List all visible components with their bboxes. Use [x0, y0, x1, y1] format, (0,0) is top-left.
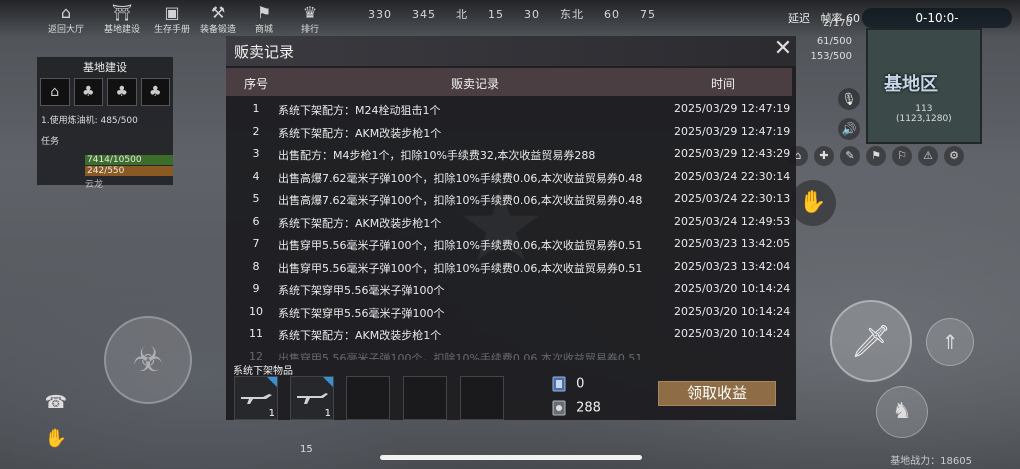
jump-icon[interactable]: ⇑	[926, 318, 974, 366]
column-header-record: 贩卖记录	[451, 77, 500, 91]
item-slot[interactable]: 1	[290, 376, 334, 420]
table-row: 11 系统下架配方：AKM改装步枪1个 2025/03/20 10:14:24	[249, 327, 791, 342]
rifle-icon	[297, 393, 328, 404]
home-icon[interactable]: ⌂	[40, 78, 70, 106]
table-row: 6 系统下架配方：AKM改装步枪1个 2025/03/24 12:49:53	[252, 214, 791, 230]
lobby-button[interactable]: ⌂ 返回大厅	[46, 4, 86, 36]
table-header: 序号 贩卖记录 时间	[226, 68, 792, 96]
whistle-icon[interactable]: ☎	[40, 392, 72, 420]
close-icon[interactable]: ✕	[768, 34, 798, 64]
craft-button[interactable]: ⚒ 装备锻造	[198, 4, 238, 36]
manual-button[interactable]: ▣ 生存手册	[152, 4, 192, 36]
energy-bar: 242/550	[85, 166, 173, 176]
minimap[interactable]: 基地区 113 (1123,1280)	[866, 28, 982, 144]
gear-icon[interactable]: ⚙	[944, 146, 964, 166]
ammo-count: 15	[300, 444, 313, 455]
mic-icon[interactable]: 🎙	[838, 88, 860, 110]
dialog-header: 贩卖记录 ✕	[226, 36, 796, 66]
rifle-icon	[241, 394, 272, 404]
base-icon: ⛩	[111, 3, 133, 22]
build-slot-icon[interactable]: ♣	[73, 78, 103, 106]
table-row: 8 出售穿甲5.56毫米子弹100个，扣除10%手续费0.06,本次收益贸易券0…	[252, 259, 791, 275]
table-row: 3 出售配方：M4步枪1个，扣除10%手续费32,本次收益贸易券288 2025…	[252, 147, 791, 162]
delisted-items-label: 系统下架物品	[233, 366, 293, 377]
dialog-title: 贩卖记录	[234, 43, 295, 61]
stat-food: 61/500	[816, 36, 852, 47]
side-icon-bar: ⌂ ✚ ✎ ⚑ ⚐ ⚠ ⚙	[788, 146, 964, 166]
delisted-items-section: 系统下架物品 1 1 0 288 领取收益	[226, 360, 796, 420]
flag-outline-icon[interactable]: ⚐	[892, 146, 912, 166]
item-quantity: 1	[268, 408, 275, 419]
record-list[interactable]: 1 系统下架配方：M24栓动狙击1个 2025/03/29 12:47:19 2…	[226, 97, 792, 360]
heal-icon[interactable]: ✚	[814, 146, 834, 166]
score-pill: 0-10:0-	[862, 8, 1012, 28]
health-bar: 7414/10500	[85, 155, 173, 165]
lobby-icon: ⌂	[60, 3, 72, 22]
stat-water: 153/500	[810, 51, 852, 62]
manual-icon: ▣	[164, 3, 180, 22]
currency-row: 288	[552, 400, 601, 416]
item-slot[interactable]: 1	[234, 376, 278, 420]
emote-icon[interactable]: ✋	[790, 180, 836, 226]
item-quantity: 1	[324, 408, 331, 419]
rank-icon: ♛	[302, 3, 318, 22]
player-name: 云龙	[85, 180, 104, 190]
item-slot[interactable]	[403, 376, 447, 420]
stat-hp: 2/170	[823, 18, 852, 29]
bottom-left-buttons: ☎ ✋	[40, 392, 72, 464]
attack-knife-icon[interactable]: 🗡	[830, 300, 912, 382]
item-slot[interactable]	[460, 376, 504, 420]
currency-row: 0	[552, 376, 584, 392]
collect-earnings-button[interactable]: 领取收益	[658, 381, 776, 406]
table-row: 1 系统下架配方：M24栓动狙击1个 2025/03/29 12:47:19	[252, 102, 791, 117]
table-row: 4 出售高爆7.62毫米子弹100个，扣除10%手续费0.06,本次收益贸易券0…	[252, 169, 791, 185]
flag-icon[interactable]: ⚑	[866, 146, 886, 166]
coupon-amount: 288	[576, 400, 601, 416]
craft-icon: ⚒	[210, 3, 226, 22]
sales-record-dialog: 贩卖记录 ✕ 序号 贩卖记录 时间 ★ 1 系统下架配方：M24栓动狙击1个 2…	[226, 36, 796, 420]
compass: 330 345 北 15 30 东北 60 75	[368, 8, 656, 21]
shop-icon: ⚑	[256, 3, 272, 22]
table-row: 7 出售穿甲5.56毫米子弹100个，扣除10%手续费0.06,本次收益贸易券0…	[252, 237, 791, 252]
hand-icon[interactable]: ✋	[40, 428, 72, 456]
base-button[interactable]: ⛩ 基地建设	[102, 4, 142, 36]
rarity-badge	[267, 377, 277, 387]
base-build-panel: 基地建设 ⌂ ♣ ♣ ♣ 1.使用炼油机: 485/500 任务 7414/10…	[37, 57, 173, 190]
ticket-amount: 0	[576, 376, 585, 392]
resource-bars: 7414/10500 242/550 云龙	[85, 155, 173, 190]
joystick[interactable]: ☣	[104, 316, 192, 404]
base-power: 基地战力：18605	[890, 456, 972, 467]
item-slot[interactable]	[346, 376, 390, 420]
rarity-badge	[323, 377, 333, 387]
rank-button[interactable]: ♛ 排行	[290, 4, 330, 36]
shop-button[interactable]: ⚑ 商城	[244, 4, 284, 36]
speaker-icon[interactable]: 🔊	[838, 118, 860, 140]
task-label[interactable]: 任务	[37, 130, 173, 151]
build-slot-icon[interactable]: ♣	[107, 78, 137, 106]
table-row: 10 系统下架穿甲5.56毫米子弹100个 2025/03/20 10:14:2…	[249, 304, 791, 320]
ticket-icon	[552, 376, 566, 392]
coupon-icon	[552, 400, 566, 416]
warning-icon[interactable]: ⚠	[918, 146, 938, 166]
table-row: 2 系统下架配方：AKM改装步枪1个 2025/03/29 12:47:19	[252, 124, 791, 140]
table-row: 12 出售穿甲5.56毫米子弹100个，扣除10%手续费0.06,本次收益贸易券…	[249, 349, 643, 361]
column-header-no: 序号	[244, 77, 269, 91]
table-row: 5 出售高爆7.62毫米子弹100个，扣除10%手续费0.06,本次收益贸易券0…	[252, 192, 791, 207]
task-progress: 1.使用炼油机: 485/500	[41, 116, 138, 126]
minimap-label: 基地区	[884, 74, 938, 95]
base-build-title: 基地建设	[83, 61, 127, 74]
pencil-icon[interactable]: ✎	[840, 146, 860, 166]
home-indicator[interactable]	[380, 455, 642, 460]
base-build-slots: ⌂ ♣ ♣ ♣	[37, 75, 173, 109]
crouch-icon[interactable]: ♞	[876, 386, 928, 438]
column-header-time: 时间	[711, 77, 736, 91]
build-slot-icon[interactable]: ♣	[140, 78, 170, 106]
minimap-coords: 113 (1123,1280)	[896, 104, 952, 124]
table-row: 9 系统下架穿甲5.56毫米子弹100个 2025/03/20 10:14:24	[252, 282, 791, 297]
